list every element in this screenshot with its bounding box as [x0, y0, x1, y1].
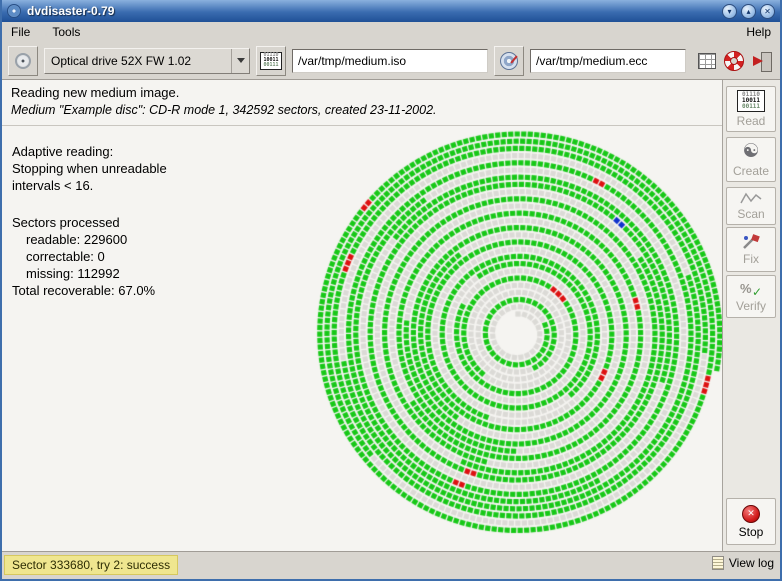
menubar: File Tools Help	[2, 22, 780, 42]
ecc-path-input[interactable]	[530, 49, 686, 73]
sectors-processed-heading: Sectors processed	[12, 214, 167, 231]
maximize-button[interactable]: ▴	[741, 4, 756, 19]
drive-combo-value: Optical drive 52X FW 1.02	[45, 54, 231, 68]
scan-button[interactable]: Scan	[726, 187, 776, 225]
statusbar: Sector 333680, try 2: success View log	[2, 551, 780, 577]
read-button[interactable]: 01110 10011 00111 Read	[726, 86, 776, 132]
drive-select-button[interactable]	[8, 46, 38, 76]
view-log-button[interactable]: View log	[712, 556, 774, 570]
create-button[interactable]: ☯ Create	[726, 137, 776, 182]
help-lifebelt-icon[interactable]	[724, 51, 744, 71]
yinyang-icon: ☯	[742, 142, 759, 162]
menu-file[interactable]: File	[9, 24, 32, 40]
correctable-row: correctable: 0	[12, 248, 167, 265]
fix-tools-icon	[741, 234, 761, 250]
stop-button[interactable]: ✕ Stop	[726, 498, 776, 545]
read-binary-icon: 01110 10011 00111	[737, 90, 765, 112]
view-log-label: View log	[729, 556, 774, 570]
window-controls: ▾ ▴ ✕	[722, 4, 775, 19]
missing-row: missing: 112992	[12, 265, 167, 282]
fix-button[interactable]: Fix	[726, 227, 776, 272]
scan-chart-icon	[740, 192, 762, 205]
menu-tools[interactable]: Tools	[50, 24, 82, 40]
titlebar: dvdisaster-0.79 ▾ ▴ ✕	[2, 0, 780, 22]
create-button-label: Create	[733, 164, 769, 178]
iso-image-button[interactable]: 01110 10011 00111	[256, 46, 286, 76]
medium-info-line: Medium "Example disc": CD-R mode 1, 3425…	[11, 103, 713, 117]
close-button[interactable]: ✕	[760, 4, 775, 19]
quit-icon[interactable]	[752, 52, 772, 70]
ecc-disc-icon	[500, 52, 518, 70]
adaptive-reading-heading: Adaptive reading:	[12, 143, 167, 160]
readable-row: readable: 229600	[12, 231, 167, 248]
verify-button-label: Verify	[736, 299, 766, 313]
window-title: dvdisaster-0.79	[27, 4, 114, 18]
iso-path-input[interactable]	[292, 49, 488, 73]
stop-icon: ✕	[742, 505, 760, 523]
app-icon	[7, 4, 21, 18]
toolbar: Optical drive 52X FW 1.02 01110 10011 00…	[2, 42, 780, 80]
fix-button-label: Fix	[743, 252, 759, 266]
info-panel: Reading new medium image. Medium "Exampl…	[2, 80, 722, 126]
scan-button-label: Scan	[737, 207, 764, 221]
verify-icon: % ✓	[740, 281, 762, 297]
adaptive-reading-stats: Adaptive reading: Stopping when unreadab…	[12, 143, 167, 299]
toolbar-right-icons	[698, 51, 774, 71]
verify-button[interactable]: % ✓ Verify	[726, 275, 776, 318]
total-recoverable-row: Total recoverable: 67.0%	[12, 282, 167, 299]
action-sidebar: 01110 10011 00111 Read ☯ Create Scan Fix	[722, 80, 780, 551]
stop-condition-line2: intervals < 16.	[12, 177, 167, 194]
combo-arrow-icon[interactable]	[231, 49, 249, 73]
disc-spiral-canvas	[310, 126, 726, 542]
drive-combo[interactable]: Optical drive 52X FW 1.02	[44, 48, 250, 74]
app-window: dvdisaster-0.79 ▾ ▴ ✕ File Tools Help Op…	[0, 0, 782, 581]
binary-file-icon: 01110 10011 00111	[260, 52, 282, 70]
minimize-button[interactable]: ▾	[722, 4, 737, 19]
preferences-icon[interactable]	[698, 53, 716, 69]
ecc-file-button[interactable]	[494, 46, 524, 76]
log-icon	[712, 556, 724, 570]
read-button-label: Read	[737, 114, 766, 128]
status-message: Sector 333680, try 2: success	[4, 555, 178, 575]
stop-condition-line1: Stopping when unreadable	[12, 160, 167, 177]
disc-drive-icon	[15, 53, 31, 69]
stop-button-label: Stop	[739, 525, 764, 539]
menu-help[interactable]: Help	[744, 24, 773, 40]
action-status-line: Reading new medium image.	[11, 85, 713, 100]
content-area: Reading new medium image. Medium "Exampl…	[2, 80, 722, 551]
